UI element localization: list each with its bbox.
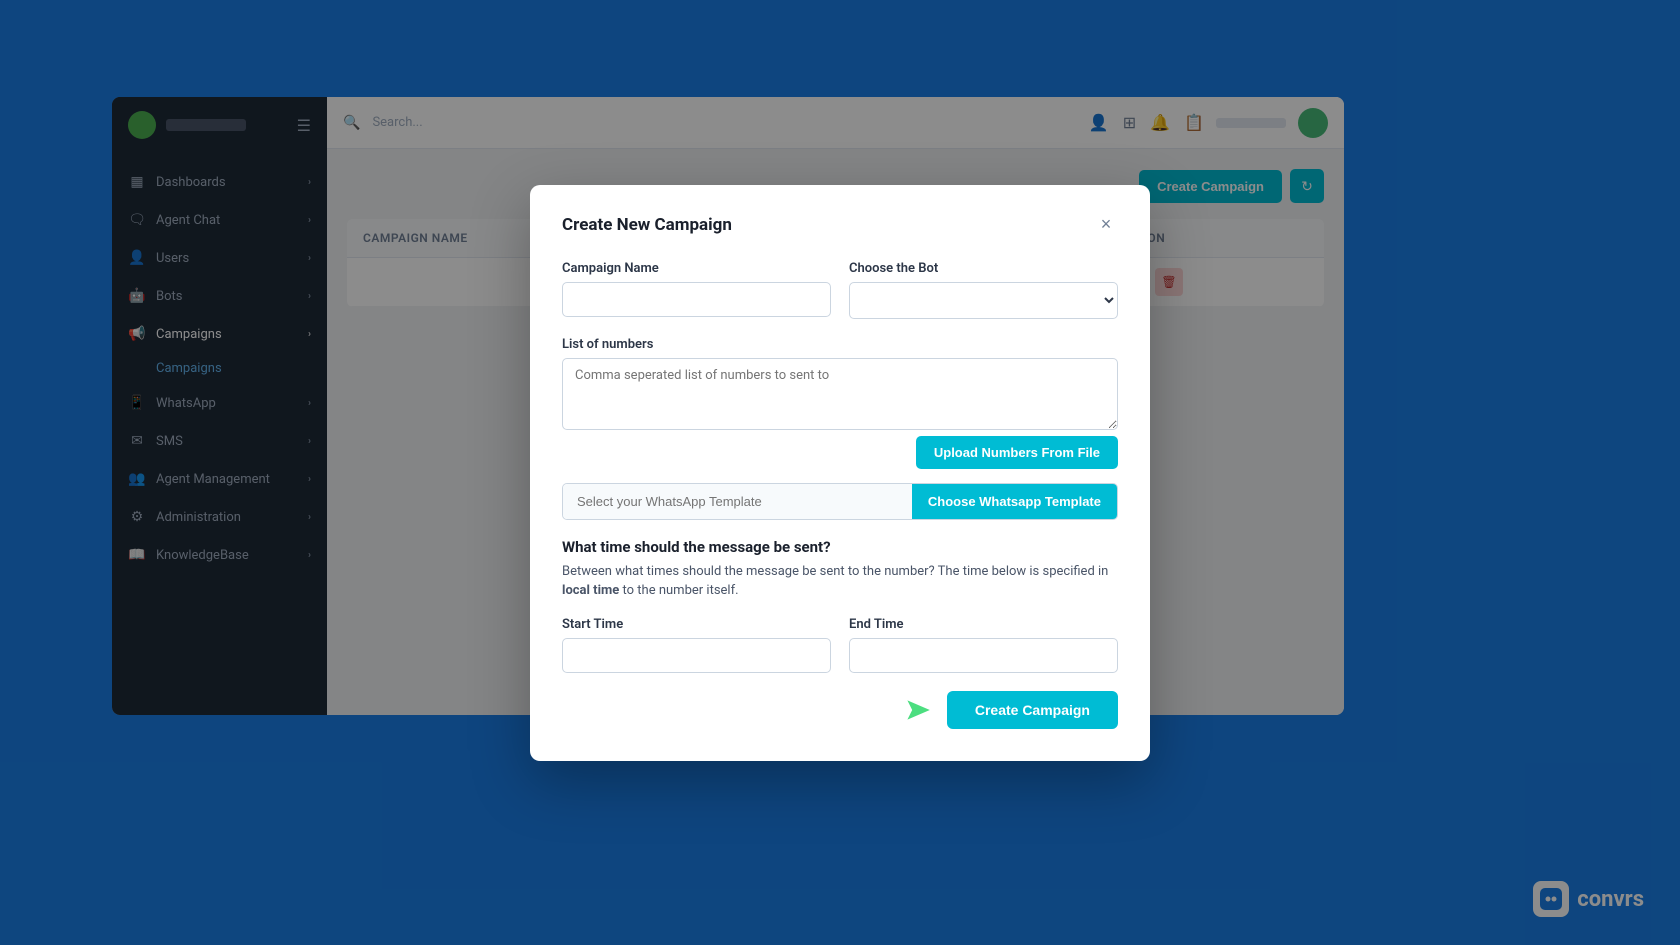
send-icon	[901, 694, 933, 726]
end-time-input[interactable]	[849, 638, 1118, 673]
form-group-end-time: End Time	[849, 617, 1118, 673]
end-time-label: End Time	[849, 617, 1118, 632]
start-time-label: Start Time	[562, 617, 831, 632]
template-row: Choose Whatsapp Template	[562, 483, 1118, 520]
upload-row: Upload Numbers From File	[562, 436, 1118, 469]
time-desc-before: Between what times should the message be…	[562, 564, 1108, 579]
time-desc-bold: local time	[562, 583, 619, 598]
choose-bot-select[interactable]	[849, 282, 1118, 319]
start-time-input[interactable]	[562, 638, 831, 673]
modal-footer: Create Campaign	[562, 691, 1118, 729]
choose-bot-label: Choose the Bot	[849, 261, 1118, 276]
form-row-top: Campaign Name Choose the Bot	[562, 261, 1118, 319]
modal-title: Create New Campaign	[562, 215, 732, 235]
create-campaign-button[interactable]: Create Campaign	[947, 691, 1118, 729]
upload-numbers-button[interactable]: Upload Numbers From File	[916, 436, 1118, 469]
time-section-title: What time should the message be sent?	[562, 538, 1118, 556]
form-group-campaign-name: Campaign Name	[562, 261, 831, 319]
modal-header: Create New Campaign ×	[562, 213, 1118, 237]
time-section-desc: Between what times should the message be…	[562, 562, 1118, 601]
modal-close-button[interactable]: ×	[1094, 213, 1118, 237]
time-section: What time should the message be sent? Be…	[562, 538, 1118, 673]
form-row-time: Start Time End Time	[562, 617, 1118, 673]
campaign-name-label: Campaign Name	[562, 261, 831, 276]
form-group-numbers: List of numbers	[562, 337, 1118, 430]
send-icon-button[interactable]	[899, 692, 935, 728]
modal-overlay: Create New Campaign × Campaign Name Choo…	[0, 0, 1680, 945]
list-numbers-textarea[interactable]	[562, 358, 1118, 430]
campaign-name-input[interactable]	[562, 282, 831, 317]
time-desc-after: to the number itself.	[619, 583, 738, 598]
create-campaign-modal: Create New Campaign × Campaign Name Choo…	[530, 185, 1150, 761]
form-group-choose-bot: Choose the Bot	[849, 261, 1118, 319]
template-input[interactable]	[563, 484, 912, 519]
choose-template-button[interactable]: Choose Whatsapp Template	[912, 484, 1117, 519]
list-numbers-label: List of numbers	[562, 337, 1118, 352]
form-group-start-time: Start Time	[562, 617, 831, 673]
